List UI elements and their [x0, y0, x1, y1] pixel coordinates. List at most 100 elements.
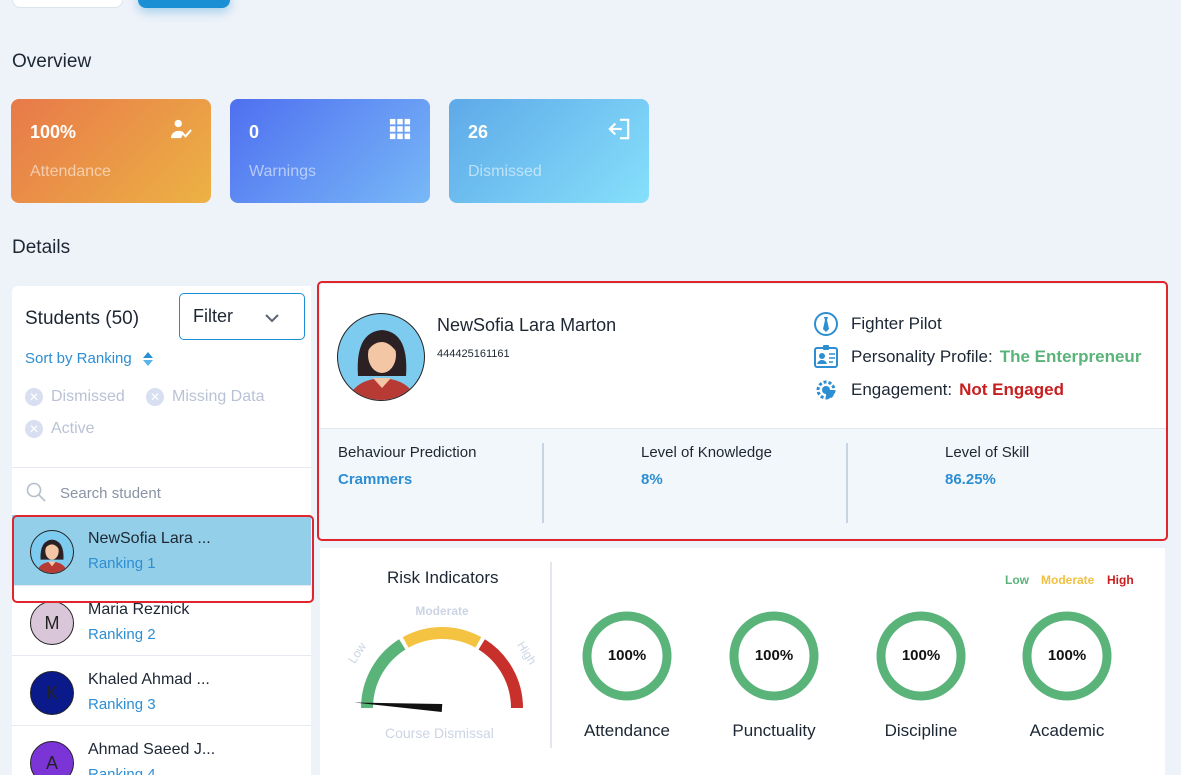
sort-icon[interactable] [142, 350, 154, 368]
profile-name: NewSofia Lara Marton [437, 315, 617, 335]
career-value: Fighter Pilot [851, 314, 942, 333]
metric-label: Level of Skill [945, 444, 1030, 461]
student-name: Maria Reznick [88, 601, 190, 618]
dismissed-label: Dismissed [468, 163, 542, 180]
female-avatar-icon [348, 330, 416, 400]
student-rank: Ranking 4 [88, 766, 156, 775]
dismissed-card[interactable]: 26 Dismissed [449, 99, 649, 203]
avatar [30, 530, 74, 574]
attendance-value: 100% [30, 122, 77, 142]
chip-active[interactable]: ✕ Active [25, 420, 95, 438]
sort-by-ranking[interactable]: Sort by Ranking [25, 350, 132, 367]
personality-row: Personality Profile: The Enterpreneur [813, 344, 1141, 370]
ring-value: 100% [1047, 647, 1087, 664]
avatar-initial: A [45, 752, 58, 773]
personality-value: The Enterpreneur [999, 347, 1142, 366]
overview-title: Overview [12, 51, 92, 72]
legend-low: Low [1005, 573, 1029, 587]
avatar-initial: K [45, 682, 58, 703]
level-of-skill: Level of Skill 86.25% [945, 444, 1029, 488]
student-rank: Ranking 2 [88, 626, 156, 643]
chip-label: Missing Data [172, 388, 265, 405]
legend-high: High [1107, 573, 1134, 587]
divider [846, 443, 848, 523]
search-icon [26, 482, 46, 502]
chip-dismissed[interactable]: ✕ Dismissed [25, 388, 125, 406]
profile-metrics: Behaviour Prediction Crammers Level of K… [320, 428, 1166, 538]
pilot-icon [814, 312, 838, 336]
grid-icon [389, 118, 411, 140]
divider [542, 443, 544, 523]
avatar: M [30, 601, 74, 645]
profile-id: 444425161161 [437, 348, 510, 360]
ring-value: 100% [607, 647, 647, 664]
warnings-card[interactable]: 0 Warnings [230, 99, 430, 203]
filter-button[interactable]: Filter [179, 293, 305, 340]
student-name: Ahmad Saeed J... [88, 741, 216, 758]
engagement-label: Engagement: [851, 380, 953, 399]
top-secondary-button[interactable] [12, 0, 123, 8]
metric-label: Behaviour Prediction [338, 444, 477, 461]
student-name: NewSofia Lara ... [88, 530, 211, 547]
id-card-icon [814, 345, 838, 368]
gauge-arc-low [361, 639, 406, 709]
engagement-gear-icon [816, 380, 836, 400]
exit-icon [608, 118, 630, 140]
close-icon[interactable]: ✕ [25, 420, 43, 438]
legend-moderate: Moderate [1041, 573, 1095, 587]
chevron-down-icon [265, 314, 279, 323]
risk-indicators-panel: Risk Indicators Low Moderate High Course… [320, 548, 1165, 775]
chip-missing-data[interactable]: ✕ Missing Data [146, 388, 264, 406]
filter-label: Filter [193, 306, 233, 326]
close-icon[interactable]: ✕ [25, 388, 43, 406]
metric-label: Level of Knowledge [641, 444, 772, 461]
engagement-value: Not Engaged [959, 380, 1064, 399]
details-title: Details [12, 237, 71, 258]
ring-value: 100% [754, 647, 794, 664]
behaviour-prediction: Behaviour Prediction Crammers [338, 444, 476, 488]
student-row[interactable]: A Ahmad Saeed J... Ranking 4 [12, 725, 311, 775]
warnings-label: Warnings [249, 163, 316, 180]
metric-value: Crammers [338, 471, 413, 488]
metric-value: 86.25% [945, 471, 996, 488]
avatar: A [30, 741, 74, 775]
risk-title: Risk Indicators [387, 568, 499, 587]
search-input[interactable] [60, 480, 290, 506]
warnings-value: 0 [249, 122, 260, 142]
gauge-label-moderate: Moderate [415, 604, 469, 618]
student-name: Khaled Ahmad ... [88, 671, 210, 688]
metric-value: 8% [641, 471, 663, 488]
ring-label: Attendance [583, 721, 670, 740]
students-panel: Students (50) Filter Sort by Ranking ✕ Di… [12, 286, 311, 775]
career-row: Fighter Pilot [813, 311, 942, 337]
chip-label: Dismissed [51, 388, 125, 405]
avatar: K [30, 671, 74, 715]
gauge-arc-moderate [402, 627, 482, 648]
ring-label: Discipline [884, 721, 958, 740]
student-rank: Ranking 1 [88, 555, 156, 572]
user-check-icon [170, 119, 192, 139]
top-primary-button[interactable] [138, 0, 230, 8]
close-icon[interactable]: ✕ [146, 388, 164, 406]
profile-avatar [337, 313, 425, 401]
student-row[interactable]: M Maria Reznick Ranking 2 [12, 585, 311, 655]
chip-label: Active [51, 420, 95, 437]
ring-value: 100% [901, 647, 941, 664]
level-of-knowledge: Level of Knowledge 8% [641, 444, 772, 488]
ring-label: Academic [1029, 721, 1105, 740]
ring-label: Punctuality [732, 721, 816, 740]
gauge-label-high: High [514, 639, 539, 667]
student-row[interactable]: K Khaled Ahmad ... Ranking 3 [12, 655, 311, 725]
student-row[interactable]: NewSofia Lara ... Ranking 1 [12, 515, 311, 585]
search-row [12, 467, 311, 515]
attendance-card[interactable]: 100% Attendance [11, 99, 211, 203]
risk-gauge: Low Moderate High [345, 604, 539, 712]
gauge-caption: Course Dismissal [385, 725, 494, 741]
gauge-label-low: Low [345, 640, 369, 666]
gauge-arc-high [478, 639, 523, 709]
engagement-row: Engagement: Not Engaged [813, 377, 1064, 403]
personality-label: Personality Profile: [851, 347, 993, 366]
avatar-initial: M [44, 612, 60, 633]
students-title: Students (50) [25, 308, 140, 329]
dismissed-value: 26 [468, 122, 489, 142]
